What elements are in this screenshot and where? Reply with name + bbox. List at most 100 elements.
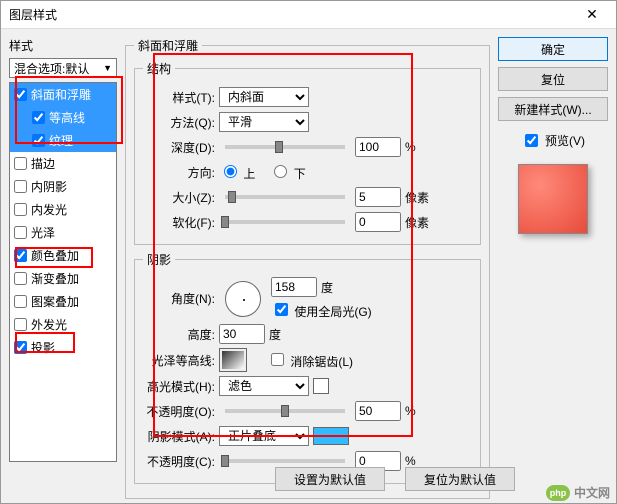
direction-down-radio[interactable]: 下 — [269, 162, 305, 182]
gloss-contour-swatch[interactable] — [219, 348, 247, 372]
window-title: 图层样式 — [9, 6, 576, 23]
shadow-opacity-slider[interactable] — [225, 459, 345, 463]
soften-slider[interactable] — [225, 220, 345, 224]
style-item-7[interactable]: 颜色叠加 — [10, 244, 116, 267]
depth-unit: % — [405, 140, 431, 154]
bevel-emboss-group: 斜面和浮雕 结构 样式(T): 内斜面 方法(Q): 平滑 深度(D): — [125, 37, 490, 499]
style-item-checkbox[interactable] — [14, 272, 27, 285]
watermark-text: 中文网 — [574, 484, 610, 501]
style-item-label: 光泽 — [31, 224, 55, 241]
titlebar: 图层样式 ✕ — [1, 1, 616, 29]
ok-button[interactable]: 确定 — [498, 37, 608, 61]
shadow-group: 阴影 角度(N): 度 使用全局光(G) 高度: — [134, 251, 481, 484]
style-item-checkbox[interactable] — [14, 295, 27, 308]
style-item-checkbox[interactable] — [14, 341, 27, 354]
style-item-3[interactable]: 描边 — [10, 152, 116, 175]
altitude-unit: 度 — [269, 326, 281, 343]
angle-input[interactable] — [271, 277, 317, 297]
style-item-label: 图案叠加 — [31, 293, 79, 310]
style-item-checkbox[interactable] — [14, 318, 27, 331]
blend-options-value: 混合选项:默认 — [14, 60, 89, 77]
style-item-checkbox[interactable] — [14, 180, 27, 193]
style-select[interactable]: 内斜面 — [219, 87, 309, 107]
style-item-label: 外发光 — [31, 316, 67, 333]
style-item-label: 渐变叠加 — [31, 270, 79, 287]
style-item-0[interactable]: 斜面和浮雕 — [10, 83, 116, 106]
sidebar-label: 样式 — [9, 37, 117, 54]
direction-up-radio[interactable]: 上 — [219, 162, 255, 182]
style-item-4[interactable]: 内阴影 — [10, 175, 116, 198]
style-item-label: 内发光 — [31, 201, 67, 218]
style-item-checkbox[interactable] — [14, 249, 27, 262]
style-item-5[interactable]: 内发光 — [10, 198, 116, 221]
size-input[interactable] — [355, 187, 401, 207]
layer-style-dialog: 图层样式 ✕ 样式 混合选项:默认 ▼ 斜面和浮雕等高线纹理描边内阴影内发光光泽… — [0, 0, 617, 504]
shadow-color-swatch[interactable] — [313, 427, 349, 445]
preview-checkbox[interactable]: 预览(V) — [498, 131, 608, 150]
direction-label: 方向: — [143, 164, 215, 181]
structure-legend: 结构 — [143, 60, 175, 77]
size-label: 大小(Z): — [143, 189, 215, 206]
antialias-checkbox[interactable]: 消除锯齿(L) — [267, 350, 353, 370]
style-item-checkbox[interactable] — [32, 111, 45, 124]
depth-slider[interactable] — [225, 145, 345, 149]
method-select[interactable]: 平滑 — [219, 112, 309, 132]
style-item-10[interactable]: 外发光 — [10, 313, 116, 336]
style-label: 样式(T): — [143, 89, 215, 106]
shadow-opacity-label: 不透明度(C): — [143, 453, 215, 470]
style-item-checkbox[interactable] — [14, 88, 27, 101]
global-light-checkbox[interactable]: 使用全局光(G) — [271, 300, 372, 320]
hilite-opacity-slider[interactable] — [225, 409, 345, 413]
hilite-opacity-label: 不透明度(O): — [143, 403, 215, 420]
style-item-label: 内阴影 — [31, 178, 67, 195]
blend-options-combo[interactable]: 混合选项:默认 ▼ — [9, 58, 117, 78]
pct-2: % — [405, 454, 416, 468]
preview-swatch — [518, 164, 588, 234]
right-column: 确定 复位 新建样式(W)... 预览(V) — [498, 37, 608, 495]
style-item-1[interactable]: 等高线 — [10, 106, 116, 129]
pct-1: % — [405, 404, 416, 418]
style-item-checkbox[interactable] — [14, 157, 27, 170]
style-item-2[interactable]: 纹理 — [10, 129, 116, 152]
style-item-checkbox[interactable] — [14, 203, 27, 216]
altitude-input[interactable] — [219, 324, 265, 344]
depth-input[interactable] — [355, 137, 401, 157]
style-item-checkbox[interactable] — [32, 134, 45, 147]
style-item-8[interactable]: 渐变叠加 — [10, 267, 116, 290]
styles-sidebar: 样式 混合选项:默认 ▼ 斜面和浮雕等高线纹理描边内阴影内发光光泽颜色叠加渐变叠… — [9, 37, 117, 495]
depth-label: 深度(D): — [143, 139, 215, 156]
watermark-logo: php — [546, 485, 570, 501]
size-slider[interactable] — [225, 195, 345, 199]
altitude-label: 高度: — [143, 326, 215, 343]
main-panel: 斜面和浮雕 结构 样式(T): 内斜面 方法(Q): 平滑 深度(D): — [125, 37, 490, 495]
style-item-label: 纹理 — [49, 132, 73, 149]
style-item-11[interactable]: 投影 — [10, 336, 116, 359]
soften-input[interactable] — [355, 212, 401, 232]
hilite-mode-select[interactable]: 滤色 — [219, 376, 309, 396]
method-label: 方法(Q): — [143, 114, 215, 131]
style-item-checkbox[interactable] — [14, 226, 27, 239]
new-style-button[interactable]: 新建样式(W)... — [498, 97, 608, 121]
gloss-contour-label: 光泽等高线: — [143, 352, 215, 369]
style-item-label: 投影 — [31, 339, 55, 356]
style-item-9[interactable]: 图案叠加 — [10, 290, 116, 313]
style-item-label: 斜面和浮雕 — [31, 86, 91, 103]
shadow-mode-select[interactable]: 正片叠底 — [219, 426, 309, 446]
angle-picker[interactable] — [225, 281, 261, 317]
cancel-button[interactable]: 复位 — [498, 67, 608, 91]
style-item-label: 描边 — [31, 155, 55, 172]
structure-group: 结构 样式(T): 内斜面 方法(Q): 平滑 深度(D): % — [134, 60, 481, 245]
size-unit: 像素 — [405, 189, 431, 206]
style-item-6[interactable]: 光泽 — [10, 221, 116, 244]
style-item-label: 颜色叠加 — [31, 247, 79, 264]
style-item-label: 等高线 — [49, 109, 85, 126]
set-default-button[interactable]: 设置为默认值 — [275, 467, 385, 491]
soften-unit: 像素 — [405, 214, 431, 231]
watermark: php 中文网 — [546, 484, 610, 501]
close-icon[interactable]: ✕ — [576, 6, 608, 23]
angle-label: 角度(N): — [143, 290, 215, 307]
hilite-opacity-input[interactable] — [355, 401, 401, 421]
bevel-emboss-legend: 斜面和浮雕 — [134, 37, 202, 54]
reset-default-button[interactable]: 复位为默认值 — [405, 467, 515, 491]
hilite-color-swatch[interactable] — [313, 378, 329, 394]
